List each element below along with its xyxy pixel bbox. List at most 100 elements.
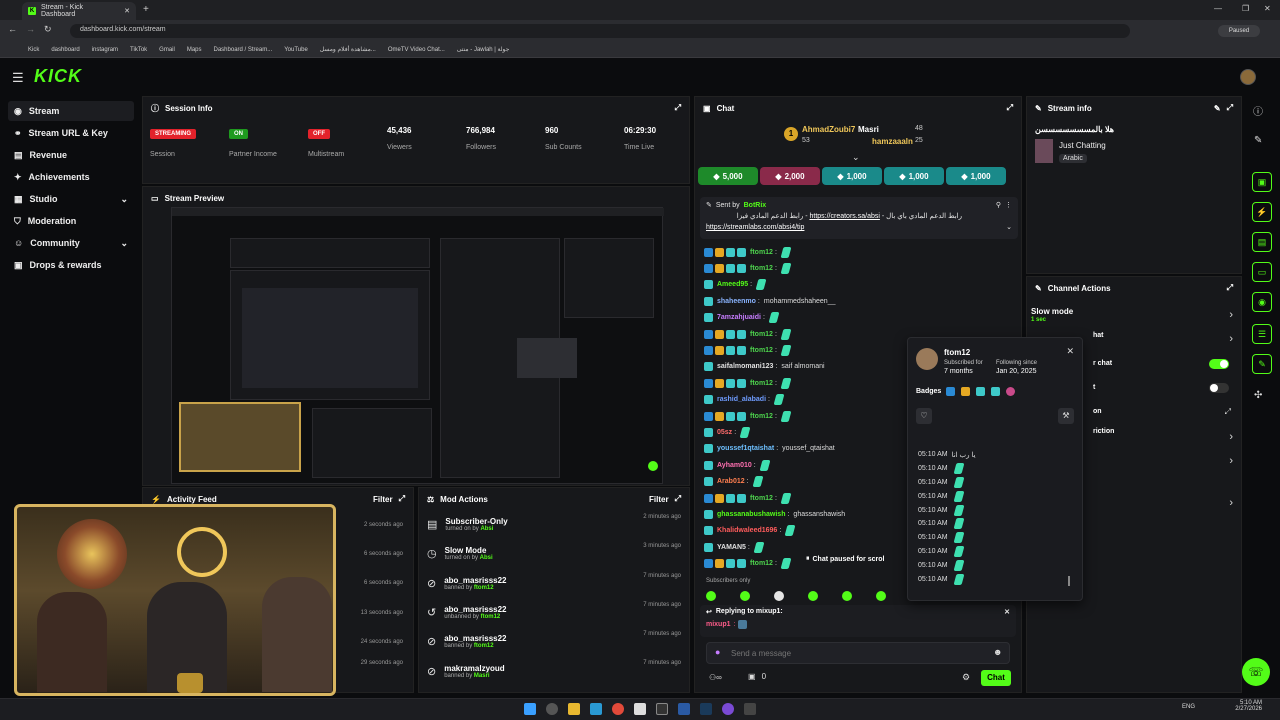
rail-lightning-button[interactable]: ⚡ bbox=[1252, 202, 1272, 222]
rail-chat-button[interactable]: ▭ bbox=[1252, 262, 1272, 282]
category-name[interactable]: Just Chatting bbox=[1059, 141, 1106, 150]
gift-item[interactable]: ◆ 2,000 bbox=[760, 167, 820, 185]
emote-icon[interactable] bbox=[842, 591, 852, 601]
new-tab-icon[interactable]: + bbox=[143, 4, 149, 15]
chevron-right-icon[interactable]: › bbox=[1229, 497, 1233, 509]
follow-heart-button[interactable]: ♡ bbox=[916, 408, 932, 424]
chat-username[interactable]: Ameed95 bbox=[717, 281, 748, 288]
close-reply-icon[interactable]: ✕ bbox=[1004, 608, 1010, 616]
bookmark-item[interactable]: dashboard bbox=[51, 47, 79, 53]
rail-broadcast-button[interactable]: ◉ bbox=[1252, 292, 1272, 312]
more-icon[interactable]: ⋮ bbox=[1005, 200, 1012, 211]
sidebar-item-studio[interactable]: ▦ Studio ⌄ bbox=[8, 189, 134, 209]
mod-user[interactable]: Absi bbox=[480, 555, 493, 561]
edit-icon[interactable]: ✎ bbox=[1214, 104, 1221, 113]
reload-icon[interactable]: ↻ bbox=[44, 24, 52, 35]
expand-icon[interactable]: ⤢ bbox=[1227, 283, 1233, 293]
chat-username[interactable]: ftom12 bbox=[750, 413, 773, 420]
scrollbar[interactable] bbox=[1068, 576, 1070, 586]
expand-icon[interactable]: ⤢ bbox=[1007, 103, 1013, 113]
bookmark-item[interactable]: Gmail bbox=[159, 47, 175, 53]
bookmark-item[interactable]: Dashboard / Stream... bbox=[214, 47, 273, 53]
store-icon[interactable] bbox=[634, 703, 646, 715]
maximize-icon[interactable]: ❐ bbox=[1242, 4, 1249, 13]
chat-username[interactable]: YAMAN5 bbox=[717, 544, 746, 551]
close-tab-icon[interactable]: ✕ bbox=[124, 7, 130, 15]
language-indicator[interactable]: ENG bbox=[1182, 704, 1195, 710]
profile-button[interactable]: Paused bbox=[1218, 25, 1260, 37]
rail-wrench-button[interactable]: ✎ bbox=[1252, 354, 1272, 374]
rail-camera-button[interactable]: ▣ bbox=[1252, 172, 1272, 192]
back-icon[interactable]: ← bbox=[8, 24, 17, 34]
chat-username[interactable]: Khalidwaleed1696 bbox=[717, 527, 777, 534]
apps-icon[interactable]: ✣ bbox=[1254, 390, 1262, 401]
toggle-switch-on[interactable] bbox=[1209, 359, 1229, 369]
reply-user[interactable]: mixup1 bbox=[706, 621, 731, 628]
chat-message-input[interactable] bbox=[731, 646, 981, 660]
minimize-icon[interactable]: — bbox=[1214, 4, 1222, 13]
viewer-list-icon[interactable]: ⚇∞ bbox=[709, 673, 722, 682]
mod-user[interactable]: Absi bbox=[480, 526, 493, 532]
chevron-right-icon[interactable]: › bbox=[1229, 333, 1233, 345]
app-icon[interactable] bbox=[656, 703, 668, 715]
chat-username[interactable]: ftom12 bbox=[750, 265, 773, 272]
chat-username[interactable]: 05sz bbox=[717, 429, 732, 436]
url-input[interactable]: dashboard.kick.com/stream bbox=[70, 24, 1130, 38]
chat-username[interactable]: 7amzahjuaidi bbox=[717, 314, 761, 321]
bookmark-item[interactable]: منتى - Jawlah | جولة bbox=[457, 46, 510, 53]
leader-name[interactable]: AhmadZoubi7 bbox=[802, 125, 855, 134]
gift-item[interactable]: ◆ 1,000 bbox=[884, 167, 944, 185]
mod-user[interactable]: ftom12 bbox=[481, 614, 501, 620]
external-link-icon[interactable]: ⤢ bbox=[1225, 407, 1231, 417]
chat-username[interactable]: ghassanabushawish bbox=[717, 511, 785, 518]
leaderboard-toggle-icon[interactable]: ⌄ bbox=[852, 152, 860, 163]
chat-paused-indicator[interactable]: ⏸ Chat paused for scrol bbox=[800, 552, 910, 566]
leader-name[interactable]: hamzaaaln bbox=[872, 137, 913, 146]
bookmark-item[interactable]: YouTube bbox=[284, 47, 308, 53]
chat-username[interactable]: ftom12 bbox=[750, 249, 773, 256]
toggle-switch-off[interactable] bbox=[1209, 383, 1229, 393]
microphone-icon[interactable]: ● bbox=[715, 647, 720, 657]
expand-icon[interactable]: ⤢ bbox=[675, 103, 681, 113]
emoji-icon[interactable]: ☻ bbox=[993, 647, 1002, 657]
forward-icon[interactable]: → bbox=[26, 24, 35, 34]
bookmark-item[interactable]: مشاهدة أفلام ومسل... bbox=[320, 46, 376, 53]
emote-icon[interactable] bbox=[876, 591, 886, 601]
chat-username[interactable]: saifalmomani123 bbox=[717, 363, 773, 370]
expand-icon[interactable]: ⤢ bbox=[1227, 103, 1233, 113]
bookmark-item[interactable]: instagram bbox=[92, 47, 118, 53]
chat-username[interactable]: Arab012 bbox=[717, 478, 745, 485]
sidebar-item-stream[interactable]: ◉ Stream bbox=[8, 101, 134, 121]
sidebar-item-community[interactable]: ☺ Community ⌄ bbox=[8, 233, 134, 253]
info-icon[interactable]: ⓘ bbox=[1253, 103, 1263, 118]
gift-item[interactable]: ◆ 1,000 bbox=[822, 167, 882, 185]
sidebar-item-drops[interactable]: ▣ Drops & rewards bbox=[8, 255, 134, 275]
user-avatar[interactable] bbox=[1240, 69, 1256, 85]
browser-tab[interactable]: K Stream - Kick Dashboard ✕ bbox=[22, 2, 136, 20]
user-card-username[interactable]: ftom12 bbox=[944, 348, 970, 357]
close-icon[interactable]: ✕ bbox=[1066, 346, 1074, 357]
pinned-sender[interactable]: BotRix bbox=[744, 200, 767, 211]
bookmark-item[interactable]: Kick bbox=[28, 47, 39, 53]
chevron-right-icon[interactable]: › bbox=[1229, 309, 1233, 321]
sidebar-item-stream-url[interactable]: ⚭ Stream URL & Key bbox=[8, 123, 134, 143]
rail-list-button[interactable]: ☰ bbox=[1252, 324, 1272, 344]
mod-user[interactable]: ftom12 bbox=[474, 643, 494, 649]
discord-icon[interactable] bbox=[722, 703, 734, 715]
mod-action-button[interactable]: ⚒ bbox=[1058, 408, 1074, 424]
emote-icon[interactable] bbox=[706, 591, 716, 601]
clock[interactable]: 5:10 AM 2/27/2026 bbox=[1232, 700, 1262, 712]
chat-username[interactable]: ftom12 bbox=[750, 495, 773, 502]
app-icon[interactable] bbox=[744, 703, 756, 715]
gift-item[interactable]: ◆ 1,000 bbox=[946, 167, 1006, 185]
kick-logo[interactable]: KICK bbox=[34, 66, 82, 87]
edge-icon[interactable] bbox=[590, 703, 602, 715]
rail-document-button[interactable]: ▤ bbox=[1252, 232, 1272, 252]
expand-icon[interactable]: ⤢ bbox=[399, 494, 405, 504]
emote-icon[interactable] bbox=[774, 591, 784, 601]
search-icon[interactable] bbox=[546, 703, 558, 715]
expand-icon[interactable]: ⤢ bbox=[675, 494, 681, 504]
sidebar-item-revenue[interactable]: ▤ Revenue bbox=[8, 145, 134, 165]
chat-username[interactable]: rashid_alabadi bbox=[717, 396, 766, 403]
chat-username[interactable]: youssef1qtaishat bbox=[717, 445, 774, 452]
